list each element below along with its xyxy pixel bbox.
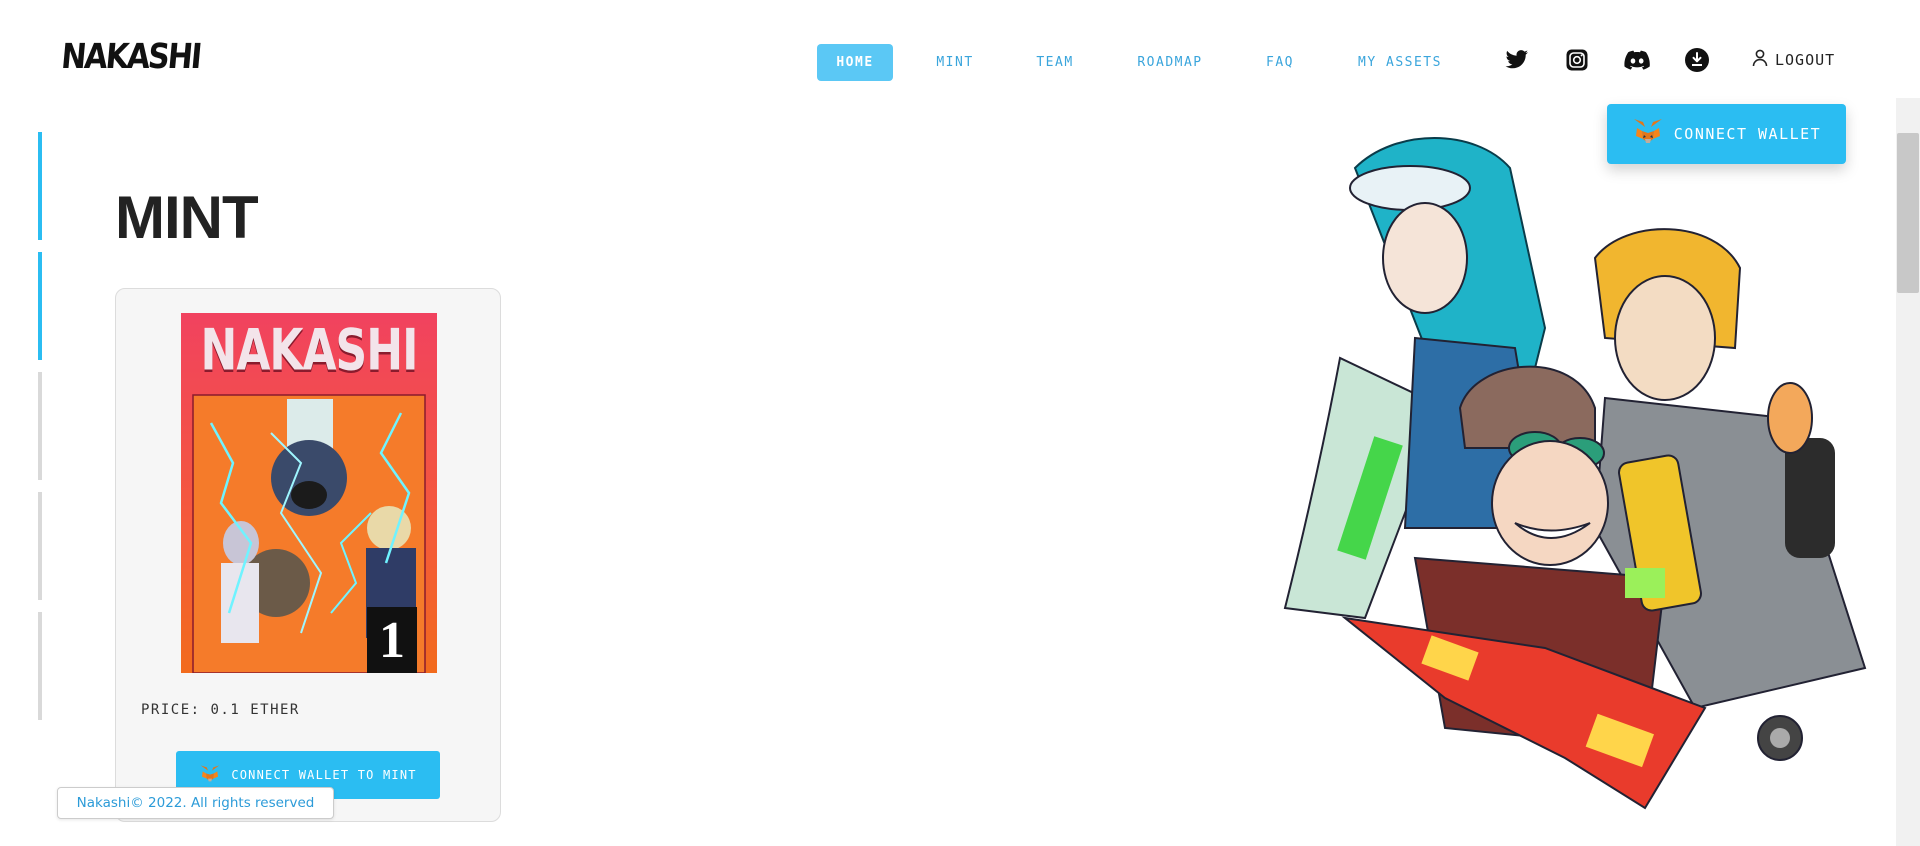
page-scrollbar-thumb[interactable] (1897, 133, 1919, 293)
comic-cover-image: NAKASHI 1 (181, 313, 437, 673)
nav-item-home[interactable]: HOME (817, 44, 893, 81)
hero-characters-illustration (1245, 108, 1885, 828)
section-progress-segment (38, 252, 42, 360)
copyright-badge: Nakashi© 2022. All rights reserved (57, 787, 334, 819)
mint-button-label: CONNECT WALLET TO MINT (231, 768, 417, 782)
nav-item-my-assets[interactable]: MY ASSETS (1345, 44, 1455, 81)
section-progress-segment (38, 492, 42, 600)
mint-price: PRICE: 0.1 ETHER (141, 702, 300, 718)
page-title: MINT (115, 184, 259, 251)
discord-icon[interactable] (1624, 47, 1650, 73)
comic-issue-number: 1 (379, 612, 405, 669)
nav-item-faq[interactable]: FAQ (1250, 44, 1310, 81)
comic-cover-title: NAKASHI (200, 317, 419, 384)
logout-label: LOGOUT (1775, 51, 1836, 69)
nakashi-logo[interactable]: NAKASHI (59, 37, 202, 85)
mint-card: NAKASHI 1 PRICE: 0.1 ETHER CONNECT WALLE… (115, 288, 501, 822)
metamask-fox-icon (199, 764, 221, 787)
instagram-icon[interactable] (1564, 47, 1590, 73)
logout-button[interactable]: LOGOUT (1752, 49, 1835, 71)
nav-item-team[interactable]: TEAM (1020, 44, 1090, 81)
nav-item-roadmap[interactable]: ROADMAP (1125, 44, 1215, 81)
nav-item-mint[interactable]: MINT (920, 44, 990, 81)
section-progress-segment (38, 612, 42, 720)
user-icon (1752, 49, 1768, 71)
twitter-icon[interactable] (1504, 47, 1530, 73)
download-icon[interactable] (1684, 47, 1710, 73)
section-progress-segment (38, 132, 42, 240)
section-progress-segment (38, 372, 42, 480)
